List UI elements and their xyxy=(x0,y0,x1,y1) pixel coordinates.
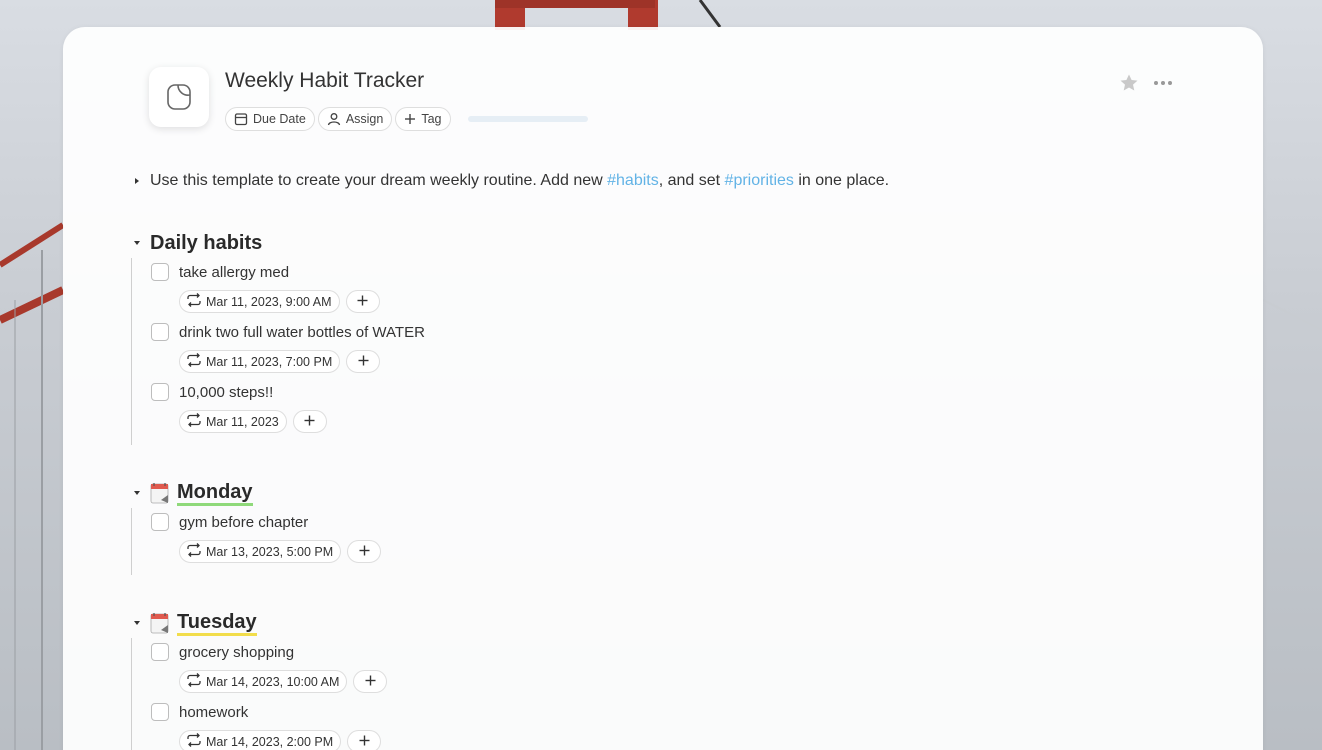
plus-icon xyxy=(358,353,369,371)
add-property-button[interactable] xyxy=(292,410,327,433)
task-date: Mar 13, 2023, 5:00 PM xyxy=(206,544,334,559)
add-property-button[interactable] xyxy=(347,540,382,563)
add-property-button[interactable] xyxy=(345,290,380,313)
task-text[interactable]: 10,000 steps!! xyxy=(179,384,273,401)
plus-icon xyxy=(359,543,370,561)
task-date-button[interactable]: Mar 13, 2023, 5:00 PM xyxy=(179,540,342,563)
caret-down-icon[interactable] xyxy=(123,619,150,627)
task-date: Mar 11, 2023 xyxy=(206,414,279,429)
add-property-button[interactable] xyxy=(347,730,382,750)
intro-text-part: in one place. xyxy=(793,172,890,189)
repeat-icon xyxy=(186,293,202,310)
task-item: take allergy med Mar 11, 2023, 9:00 AM xyxy=(151,258,1203,317)
task-date: Mar 11, 2023, 7:00 PM xyxy=(206,354,333,369)
add-property-button[interactable] xyxy=(353,670,388,693)
more-icon[interactable] xyxy=(1153,80,1173,86)
calendar-icon xyxy=(234,112,248,126)
document-card: Weekly Habit Tracker Due Date Assign Tag xyxy=(63,27,1263,750)
add-property-button[interactable] xyxy=(346,350,381,373)
task-item: 10,000 steps!! Mar 11, 2023 xyxy=(151,378,1203,437)
page-icon[interactable] xyxy=(149,67,209,127)
task-item: grocery shopping Mar 14, 2023, 10:00 AM xyxy=(151,638,1203,697)
task-text[interactable]: take allergy med xyxy=(179,264,289,281)
plus-icon xyxy=(359,733,370,750)
repeat-icon xyxy=(186,543,202,560)
intro-text-part: Use this template to create your dream w… xyxy=(150,172,608,189)
task-date: Mar 11, 2023, 9:00 AM xyxy=(206,294,332,309)
plus-icon xyxy=(357,293,368,311)
task-item: gym before chapter Mar 13, 2023, 5:00 PM xyxy=(151,508,1203,567)
task-date-button[interactable]: Mar 14, 2023, 2:00 PM xyxy=(179,730,342,750)
habits-tag-link[interactable]: #habits xyxy=(607,172,659,189)
task-date-button[interactable]: Mar 11, 2023, 7:00 PM xyxy=(179,350,341,373)
top-actions xyxy=(1119,73,1173,93)
repeat-icon xyxy=(186,353,202,370)
plus-icon xyxy=(365,673,376,691)
section-title[interactable]: Daily habits xyxy=(150,232,262,255)
person-icon xyxy=(327,112,341,126)
task-checkbox[interactable] xyxy=(151,703,169,721)
priorities-tag-link[interactable]: #priorities xyxy=(725,172,794,189)
due-date-button[interactable]: Due Date xyxy=(225,107,315,131)
task-text[interactable]: homework xyxy=(179,704,248,721)
intro-text-part: , and set xyxy=(658,172,725,189)
task-text[interactable]: grocery shopping xyxy=(179,644,294,661)
star-icon[interactable] xyxy=(1119,73,1139,93)
repeat-icon xyxy=(186,413,202,430)
progress-bar xyxy=(467,116,588,122)
task-date-button[interactable]: Mar 14, 2023, 10:00 AM xyxy=(179,670,348,693)
repeat-icon xyxy=(186,673,202,690)
task-date-button[interactable]: Mar 11, 2023, 9:00 AM xyxy=(179,290,340,313)
section-daily-habits: Daily habits take allergy med Mar 11, 20… xyxy=(123,229,1203,445)
task-date-button[interactable]: Mar 11, 2023 xyxy=(179,410,287,433)
task-checkbox[interactable] xyxy=(151,323,169,341)
add-tag-button[interactable]: Tag xyxy=(395,107,451,131)
task-checkbox[interactable] xyxy=(151,643,169,661)
section-title[interactable]: Monday xyxy=(177,481,253,506)
plus-icon xyxy=(304,413,315,431)
intro-block: Use this template to create your dream w… xyxy=(123,169,1203,193)
page-title[interactable]: Weekly Habit Tracker xyxy=(225,69,424,93)
task-text[interactable]: drink two full water bottles of WATER xyxy=(179,324,425,341)
task-checkbox[interactable] xyxy=(151,263,169,281)
task-item: homework Mar 14, 2023, 2:00 PM xyxy=(151,698,1203,750)
caret-down-icon[interactable] xyxy=(123,489,150,497)
repeat-icon xyxy=(186,733,202,750)
plus-icon xyxy=(404,113,416,125)
tag-label: Tag xyxy=(421,112,442,126)
task-text[interactable]: gym before chapter xyxy=(179,514,308,531)
page-meta-row: Due Date Assign Tag xyxy=(225,107,588,131)
intro-text: Use this template to create your dream w… xyxy=(150,172,889,190)
due-date-label: Due Date xyxy=(253,112,306,126)
section-title[interactable]: Tuesday xyxy=(177,611,257,636)
assign-label: Assign xyxy=(345,112,384,126)
task-checkbox[interactable] xyxy=(151,383,169,401)
caret-right-icon[interactable] xyxy=(123,177,150,185)
task-date: Mar 14, 2023, 10:00 AM xyxy=(206,674,340,689)
task-item: drink two full water bottles of WATER Ma… xyxy=(151,318,1203,377)
caret-down-icon[interactable] xyxy=(123,239,150,247)
document-content: Use this template to create your dream w… xyxy=(123,169,1203,750)
calendar-emoji-icon xyxy=(150,483,169,504)
task-checkbox[interactable] xyxy=(151,513,169,531)
task-date: Mar 14, 2023, 2:00 PM xyxy=(206,734,334,749)
assign-button[interactable]: Assign xyxy=(317,107,393,131)
section-monday: Monday gym before chapter Mar 13, 2023, … xyxy=(123,479,1203,575)
calendar-emoji-icon xyxy=(150,613,169,634)
section-tuesday: Tuesday grocery shopping Mar 14, 2023, 1… xyxy=(123,609,1203,750)
